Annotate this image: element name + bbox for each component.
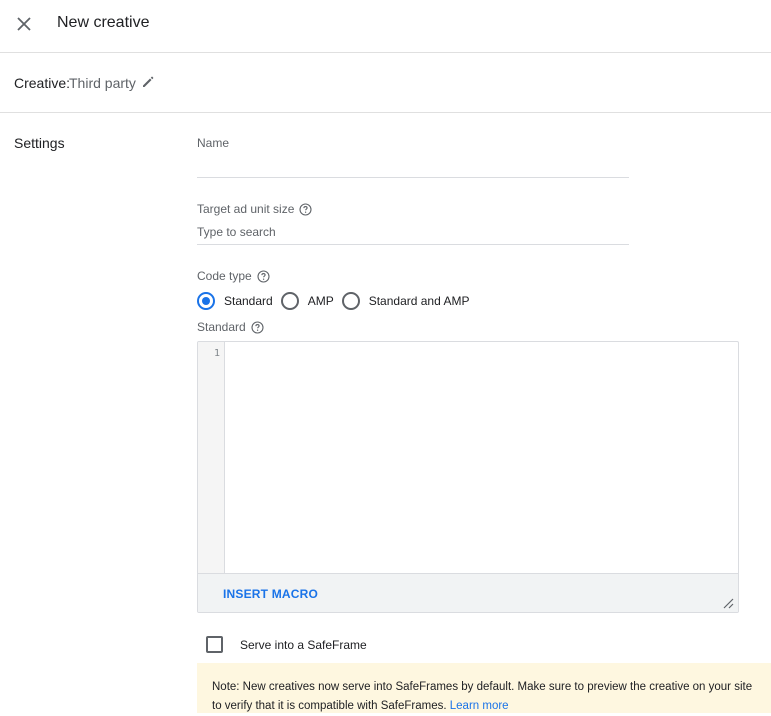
target-size-label-text: Target ad unit size — [197, 202, 295, 216]
editor-gutter: 1 — [198, 342, 225, 573]
creative-type-bar: Creative: Third party — [0, 53, 771, 113]
editor-footer: INSERT MACRO — [198, 573, 738, 612]
creative-type-label: Creative: — [14, 75, 71, 91]
code-type-radio-group: Standard AMP Standard and AMP — [197, 291, 477, 311]
radio-standard-and-amp[interactable]: Standard and AMP — [341, 292, 470, 310]
code-type-label-text: Code type — [197, 269, 252, 283]
standard-editor-label: Standard — [197, 320, 264, 334]
target-size-search-input[interactable] — [197, 219, 629, 245]
close-button[interactable] — [12, 12, 36, 36]
name-label-text: Name — [197, 136, 230, 150]
code-type-label: Code type — [197, 269, 270, 283]
code-input-area[interactable] — [226, 342, 738, 573]
page-title: New creative — [57, 14, 150, 31]
radio-standard[interactable]: Standard — [197, 292, 273, 310]
radio-standard-circle[interactable] — [197, 292, 215, 310]
safeframe-checkbox-label: Serve into a SafeFrame — [240, 637, 367, 652]
close-icon — [17, 17, 31, 31]
help-circle-icon[interactable] — [251, 320, 264, 334]
safeframe-note: Note: New creatives now serve into SafeF… — [197, 663, 771, 713]
radio-standard-and-amp-circle[interactable] — [341, 292, 360, 310]
creative-type-value: Third party — [69, 75, 136, 91]
target-size-label: Target ad unit size — [197, 202, 312, 216]
settings-section-title: Settings — [14, 135, 65, 151]
radio-amp-label: AMP — [307, 294, 334, 308]
code-editor: 1 INSERT MACRO — [197, 341, 739, 613]
help-circle-icon[interactable] — [299, 202, 312, 216]
safeframe-checkbox[interactable] — [206, 636, 223, 653]
pencil-icon[interactable] — [141, 75, 155, 89]
learn-more-link[interactable]: Learn more — [450, 700, 509, 712]
help-circle-icon[interactable] — [257, 269, 270, 283]
safeframe-checkbox-row[interactable]: Serve into a SafeFrame — [206, 636, 367, 653]
name-label: Name — [197, 136, 229, 150]
radio-amp-circle[interactable] — [280, 292, 299, 310]
name-input[interactable] — [197, 152, 629, 178]
dialog-header: New creative — [0, 0, 771, 53]
radio-standard-label: Standard — [224, 294, 273, 308]
resize-handle-icon[interactable] — [723, 598, 734, 609]
line-number: 1 — [213, 348, 220, 359]
radio-standard-and-amp-label: Standard and AMP — [368, 294, 470, 308]
radio-amp[interactable]: AMP — [280, 292, 334, 310]
standard-editor-label-text: Standard — [197, 320, 246, 334]
insert-macro-button[interactable]: INSERT MACRO — [223, 587, 318, 601]
